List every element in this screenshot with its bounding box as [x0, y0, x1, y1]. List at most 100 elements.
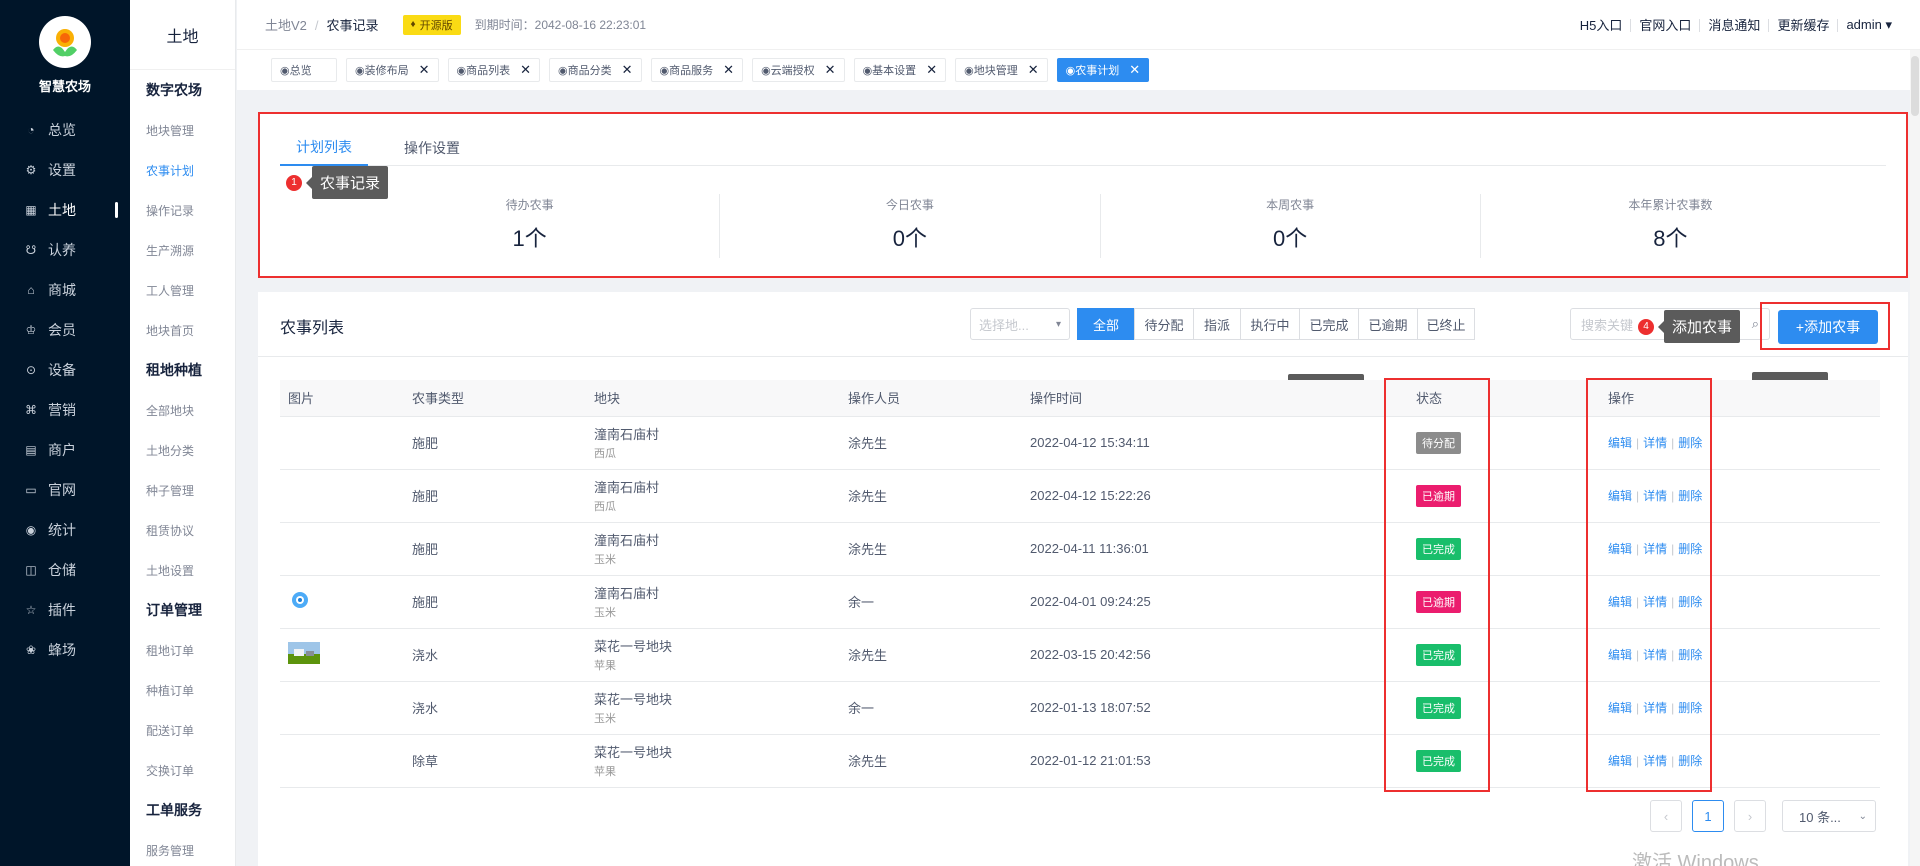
stat-value: 0个	[892, 226, 927, 251]
submenu-item[interactable]: 交换订单	[130, 750, 235, 790]
task-photo-thumbnail[interactable]	[288, 642, 320, 664]
close-icon[interactable]: ✕	[520, 62, 531, 78]
sidebar-item-member[interactable]: ♔ 会员	[0, 310, 130, 350]
submenu-item[interactable]: 操作记录	[130, 190, 235, 230]
submenu-item[interactable]: 配送订单	[130, 710, 235, 750]
page-tab-label: ◉地块管理	[964, 65, 1018, 77]
submenu-item[interactable]: 全部地块	[130, 390, 235, 430]
sidebar-item-gear[interactable]: ⚙ 设置	[0, 150, 130, 190]
tab-operation-settings[interactable]: 操作设置	[388, 130, 476, 166]
close-icon[interactable]: ✕	[926, 62, 937, 78]
submenu-item[interactable]: 种子管理	[130, 470, 235, 510]
submenu-item[interactable]: 服务管理	[130, 830, 235, 866]
cell-plot: 潼南石庙村 西瓜	[586, 416, 840, 470]
sidebar-item-grid[interactable]: ▦ 土地	[0, 190, 130, 230]
sidebar-item-label: 官网	[48, 482, 76, 498]
page-tab[interactable]: ◉商品服务 ✕	[650, 58, 744, 82]
submenu-item[interactable]: 租地订单	[130, 630, 235, 670]
close-icon[interactable]: ✕	[723, 62, 734, 78]
plot-name: 菜花一号地块	[594, 745, 673, 760]
page-size-select[interactable]: 10 条... ⌄	[1782, 800, 1876, 832]
filter-button[interactable]: 已终止	[1417, 308, 1475, 340]
col-plot: 地块	[586, 380, 840, 417]
sidebar-item-marketing[interactable]: ⌘ 营销	[0, 390, 130, 430]
secondary-menu: 土地 数字农场 地块管理 农事计划 操作记录 生产溯源 工人管理 地块首页 租地种植 全部地块土…	[130, 0, 236, 866]
breadcrumb-root[interactable]: 土地V2	[265, 18, 307, 33]
filter-button[interactable]: 执行中	[1240, 308, 1300, 340]
sidebar-item-label: 商城	[48, 282, 76, 298]
submenu-item[interactable]: 地块管理	[130, 110, 235, 150]
user-menu[interactable]: admin ▾	[1838, 17, 1892, 33]
prev-page-button[interactable]: ‹	[1650, 800, 1682, 832]
page-scrollbar[interactable]	[1910, 50, 1920, 866]
filter-button[interactable]: 已逾期	[1358, 308, 1418, 340]
page-tab[interactable]: ◉农事计划 ✕	[1056, 58, 1150, 82]
close-icon[interactable]: ✕	[622, 62, 633, 78]
filter-button[interactable]: 待分配	[1134, 308, 1194, 340]
sidebar-item-adopt[interactable]: ☋ 认养	[0, 230, 130, 270]
app-logo[interactable]: 智慧农场	[0, 0, 130, 110]
sidebar-item-shop[interactable]: ⌂ 商城	[0, 270, 130, 310]
submenu-item[interactable]: 工人管理	[130, 270, 235, 310]
close-icon[interactable]: ✕	[825, 62, 836, 78]
close-icon[interactable]: ✕	[1028, 62, 1039, 78]
page-tab[interactable]: ◉商品分类 ✕	[549, 58, 642, 82]
submenu-item[interactable]: 土地设置	[130, 550, 235, 590]
cell-time: 2022-01-12 21:01:53	[1022, 734, 1408, 788]
cell-plot: 菜花一号地块 苹果	[586, 628, 840, 682]
sidebar-item-website[interactable]: ▭ 官网	[0, 470, 130, 510]
submenu-item[interactable]: 种植订单	[130, 670, 235, 710]
sidebar-item-storage[interactable]: ◫ 仓储	[0, 550, 130, 590]
sidebar-item-bee[interactable]: ❀ 蜂场	[0, 630, 130, 670]
cell-task-type: 施肥	[404, 522, 586, 576]
sidebar-item-label: 设置	[48, 162, 76, 178]
submenu-item[interactable]: 土地分类	[130, 430, 235, 470]
page-1-button[interactable]: 1	[1692, 800, 1724, 832]
page-tab[interactable]: ◉商品列表 ✕	[447, 58, 541, 82]
sidebar-item-label: 蜂场	[48, 642, 76, 658]
crop-name: 玉米	[594, 607, 616, 619]
sidebar-item-device[interactable]: ⊙ 设备	[0, 350, 130, 390]
close-icon[interactable]: ✕	[419, 62, 430, 78]
tab-plan-list[interactable]: 计划列表	[280, 130, 368, 166]
search-icon[interactable]: ⌕	[1752, 316, 1759, 332]
submenu-item[interactable]: 地块首页	[130, 310, 235, 350]
filter-button[interactable]: 已完成	[1299, 308, 1359, 340]
submenu-item[interactable]: 农事计划	[130, 150, 235, 190]
add-task-highlight: +添加农事	[1760, 302, 1890, 350]
adopt-icon: ☋	[25, 243, 37, 257]
refresh-cache-link[interactable]: 更新缓存	[1769, 18, 1839, 32]
submenu-item[interactable]: 生产溯源	[130, 230, 235, 270]
website-entry-link[interactable]: 官网入口	[1631, 18, 1701, 32]
submenu-item[interactable]: 租赁协议	[130, 510, 235, 550]
plot-select[interactable]: 选择地... ▾	[970, 308, 1070, 340]
stats-icon: ◉	[25, 523, 37, 537]
merchant-icon: ▤	[25, 443, 37, 457]
cell-task-type: 施肥	[404, 575, 586, 629]
sidebar-item-plugin[interactable]: ☆ 插件	[0, 590, 130, 630]
page-tab[interactable]: ◉总览	[271, 58, 337, 82]
filter-button[interactable]: 全部	[1077, 308, 1135, 340]
task-thumbnail-icon[interactable]	[288, 589, 320, 611]
stat-week: 本周农事 0个	[1101, 194, 1481, 258]
close-icon[interactable]: ✕	[1129, 62, 1140, 78]
next-page-button[interactable]: ›	[1734, 800, 1766, 832]
sidebar-item-merchant[interactable]: ▤ 商户	[0, 430, 130, 470]
col-operator: 操作人员	[840, 380, 1022, 417]
add-task-button[interactable]: +添加农事	[1778, 310, 1878, 344]
stat-label: 待办农事	[505, 198, 554, 212]
page-scrollbar-thumb[interactable]	[1911, 56, 1919, 116]
stat-pending: 待办农事 1个	[340, 194, 721, 258]
notifications-link[interactable]: 消息通知	[1700, 18, 1770, 32]
filter-button[interactable]: 指派	[1193, 308, 1241, 340]
page-tab[interactable]: ◉装修布局 ✕	[346, 58, 439, 82]
stat-year-total: 本年累计农事数 8个	[1481, 194, 1860, 258]
sidebar-item-stats[interactable]: ◉ 统计	[0, 510, 130, 550]
submenu-group-title: 订单管理	[146, 602, 202, 618]
sidebar-item-dashboard[interactable]: ◔ 总览	[0, 110, 130, 150]
page-tab[interactable]: ◉地块管理 ✕	[955, 58, 1048, 82]
page-tab[interactable]: ◉云端授权 ✕	[752, 58, 845, 82]
cell-time: 2022-04-12 15:22:26	[1022, 469, 1408, 523]
h5-entry-link[interactable]: H5入口	[1572, 18, 1632, 32]
page-tab[interactable]: ◉基本设置 ✕	[853, 58, 947, 82]
